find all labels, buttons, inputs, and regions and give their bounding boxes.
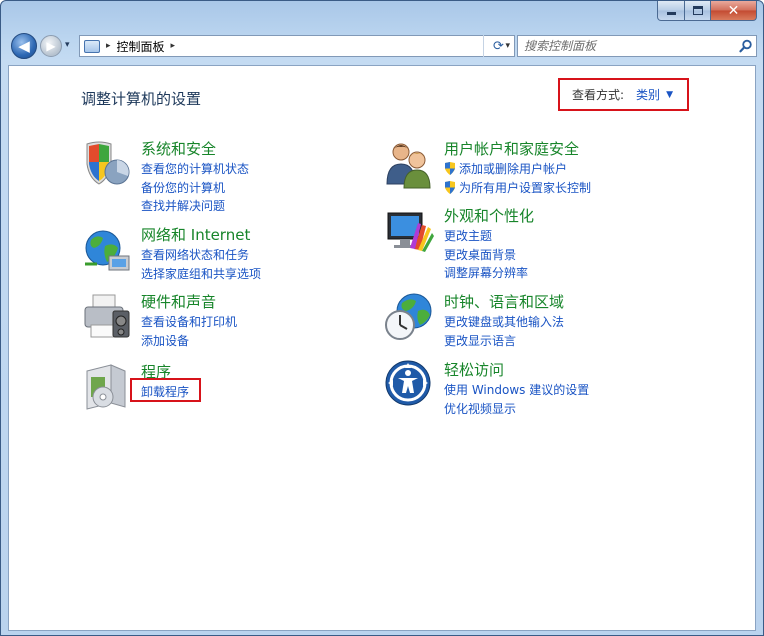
category-links: 查看设备和打印机 添加设备 xyxy=(141,313,237,350)
uac-shield-icon xyxy=(445,162,455,175)
security-shield-icon[interactable] xyxy=(81,138,133,190)
link-network-status[interactable]: 查看网络状态和任务 xyxy=(141,246,261,265)
maximize-icon xyxy=(692,6,703,15)
close-icon: ✕ xyxy=(727,2,740,19)
navigation-bar: ◀ ▶ ▾ ▸ 控制面板 ▸ ▾ ⟳ xyxy=(9,33,757,61)
category-title[interactable]: 轻松访问 xyxy=(444,359,504,380)
close-button[interactable]: ✕ xyxy=(711,1,757,21)
address-bar[interactable]: ▸ 控制面板 ▸ ▾ xyxy=(79,35,515,57)
caption-buttons: ✕ xyxy=(657,1,757,21)
link-change-input-method[interactable]: 更改键盘或其他输入法 xyxy=(444,313,564,332)
link-change-theme[interactable]: 更改主题 xyxy=(444,227,528,246)
category-title[interactable]: 硬件和声音 xyxy=(141,291,216,312)
link-troubleshoot[interactable]: 查找并解决问题 xyxy=(141,197,249,216)
programs-box-icon[interactable] xyxy=(81,361,133,413)
breadcrumb-separator-icon[interactable]: ▸ xyxy=(171,41,176,51)
link-change-background[interactable]: 更改桌面背景 xyxy=(444,246,528,265)
breadcrumb-control-panel[interactable]: 控制面板 xyxy=(117,38,165,55)
search-input[interactable] xyxy=(524,37,736,55)
back-button[interactable]: ◀ xyxy=(11,33,37,59)
minimize-button[interactable] xyxy=(657,1,685,21)
printer-icon[interactable] xyxy=(81,291,133,343)
breadcrumb-separator-icon[interactable]: ▸ xyxy=(106,41,111,51)
category-title[interactable]: 用户帐户和家庭安全 xyxy=(444,138,579,159)
appearance-monitor-icon[interactable] xyxy=(384,205,436,257)
link-adjust-resolution[interactable]: 调整屏幕分辨率 xyxy=(444,264,528,283)
link-view-computer-status[interactable]: 查看您的计算机状态 xyxy=(141,160,249,179)
minimize-icon xyxy=(666,12,676,15)
users-icon[interactable] xyxy=(384,138,436,190)
chevron-down-icon[interactable]: ▼ xyxy=(666,90,673,100)
link-optimize-display[interactable]: 优化视频显示 xyxy=(444,400,589,419)
content-pane: 调整计算机的设置 查看方式: 类别 ▼ 系统和安全 查看您的计算机状态 备份您的… xyxy=(8,65,756,631)
clock-globe-icon[interactable] xyxy=(384,291,436,343)
category-links: 使用 Windows 建议的设置 优化视频显示 xyxy=(444,381,589,418)
link-add-remove-accounts[interactable]: 添加或删除用户帐户 xyxy=(444,160,591,179)
category-title[interactable]: 外观和个性化 xyxy=(444,205,534,226)
control-panel-icon xyxy=(84,39,100,53)
category-links: 查看网络状态和任务 选择家庭组和共享选项 xyxy=(141,246,261,283)
maximize-button[interactable] xyxy=(685,1,711,21)
link-backup-computer[interactable]: 备份您的计算机 xyxy=(141,179,249,198)
uninstall-highlight-box xyxy=(130,378,201,402)
link-devices-printers[interactable]: 查看设备和打印机 xyxy=(141,313,237,332)
link-add-device[interactable]: 添加设备 xyxy=(141,332,237,351)
page-title: 调整计算机的设置 xyxy=(81,90,202,108)
view-by-label: 查看方式: xyxy=(572,88,625,102)
link-text: 为所有用户设置家长控制 xyxy=(459,180,592,195)
back-arrow-icon: ◀ xyxy=(18,37,30,55)
category-links: 更改键盘或其他输入法 更改显示语言 xyxy=(444,313,564,350)
network-globe-icon[interactable] xyxy=(81,224,133,276)
view-by-control[interactable]: 查看方式: 类别 ▼ xyxy=(558,78,689,111)
category-title[interactable]: 网络和 Internet xyxy=(141,224,250,245)
uac-shield-icon xyxy=(445,180,455,194)
link-parental-controls[interactable]: 为所有用户设置家长控制 xyxy=(444,179,591,198)
category-title[interactable]: 时钟、语言和区域 xyxy=(444,291,564,312)
category-links: 查看您的计算机状态 备份您的计算机 查找并解决问题 xyxy=(141,160,249,216)
recent-pages-button[interactable]: ▾ xyxy=(65,40,70,50)
search-box[interactable] xyxy=(517,35,757,57)
ease-of-access-icon[interactable] xyxy=(384,359,436,411)
link-recommended-settings[interactable]: 使用 Windows 建议的设置 xyxy=(444,381,589,400)
refresh-icon: ⟳ xyxy=(493,38,504,54)
forward-button[interactable]: ▶ xyxy=(40,35,62,57)
link-homegroup-sharing[interactable]: 选择家庭组和共享选项 xyxy=(141,265,261,284)
link-text: 添加或删除用户帐户 xyxy=(459,162,568,176)
search-icon[interactable] xyxy=(736,37,756,55)
forward-arrow-icon: ▶ xyxy=(46,39,56,53)
control-panel-window: ✕ ◀ ▶ ▾ ▸ 控制面板 ▸ ▾ ⟳ 搜索控制面板 调整计算机的设置 查看方… xyxy=(0,0,764,636)
category-links: 更改主题 更改桌面背景 调整屏幕分辨率 xyxy=(444,227,528,283)
link-change-display-language[interactable]: 更改显示语言 xyxy=(444,332,564,351)
refresh-button[interactable]: ⟳ xyxy=(483,35,513,57)
category-links: 添加或删除用户帐户 为所有用户设置家长控制 xyxy=(444,160,591,197)
view-by-value[interactable]: 类别 xyxy=(636,86,660,103)
category-title[interactable]: 系统和安全 xyxy=(141,138,216,159)
